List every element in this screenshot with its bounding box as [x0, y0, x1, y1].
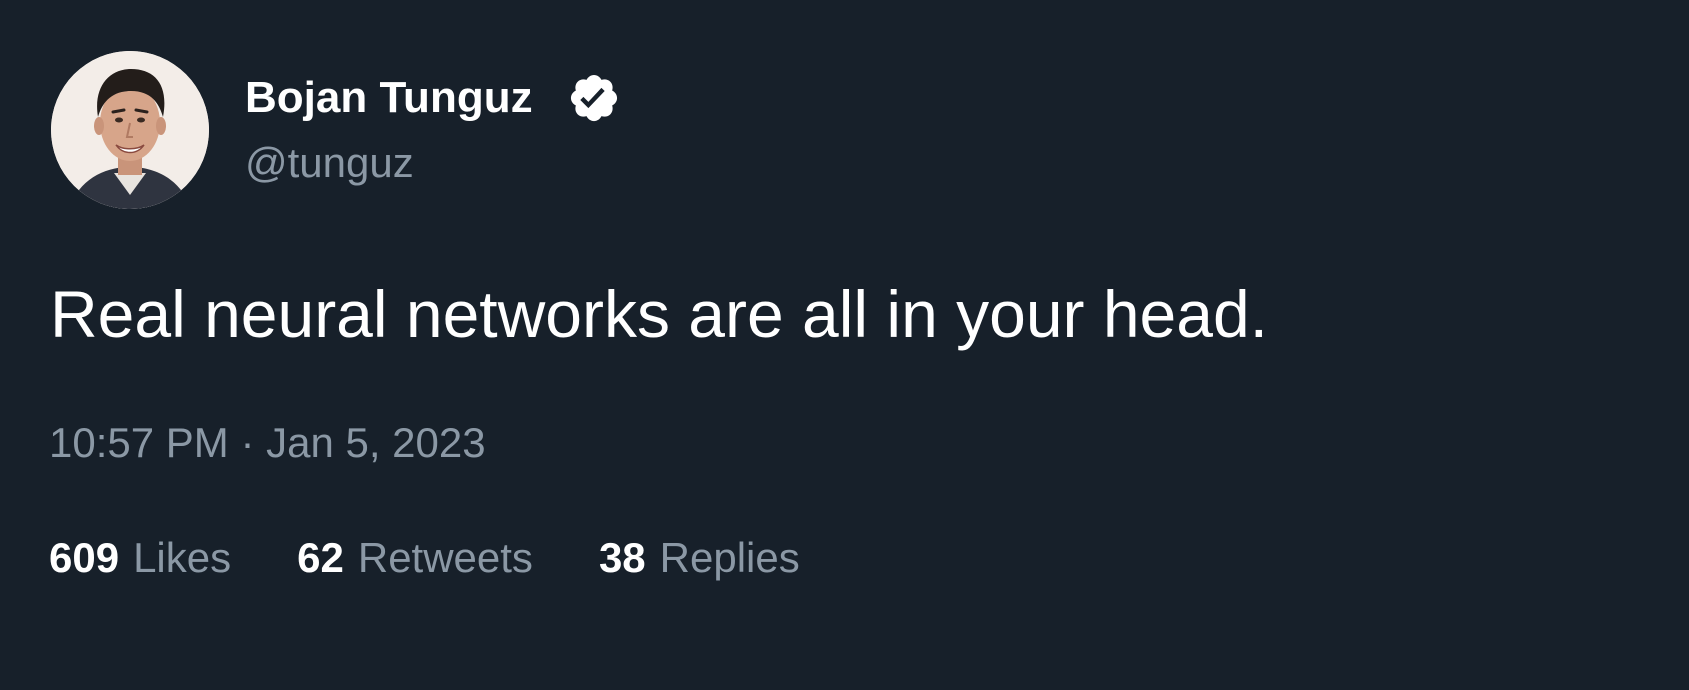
likes-stat[interactable]: 609 Likes — [49, 530, 231, 586]
author-avatar[interactable] — [51, 51, 209, 209]
retweets-stat[interactable]: 62 Retweets — [297, 530, 533, 586]
likes-label: Likes — [133, 534, 232, 581]
verified-badge-icon — [567, 71, 621, 125]
likes-count: 609 — [49, 534, 120, 581]
avatar-photo — [51, 51, 209, 209]
tweet-timestamp[interactable]: 10:57 PM · Jan 5, 2023 — [49, 416, 486, 470]
retweets-label: Retweets — [357, 534, 533, 581]
replies-label: Replies — [659, 534, 800, 581]
author-handle[interactable]: @tunguz — [245, 136, 414, 190]
author-name[interactable]: Bojan Tunguz — [245, 70, 533, 126]
replies-stat[interactable]: 38 Replies — [599, 530, 800, 586]
retweets-count: 62 — [297, 534, 344, 581]
tweet-text: Real neural networks are all in your hea… — [50, 277, 1269, 351]
replies-count: 38 — [598, 534, 646, 581]
tweet-card: Bojan Tunguz @tunguz Real neural network… — [0, 0, 1689, 690]
tweet-stats: 609 Likes 62 Retweets 38 Replies — [49, 530, 866, 586]
